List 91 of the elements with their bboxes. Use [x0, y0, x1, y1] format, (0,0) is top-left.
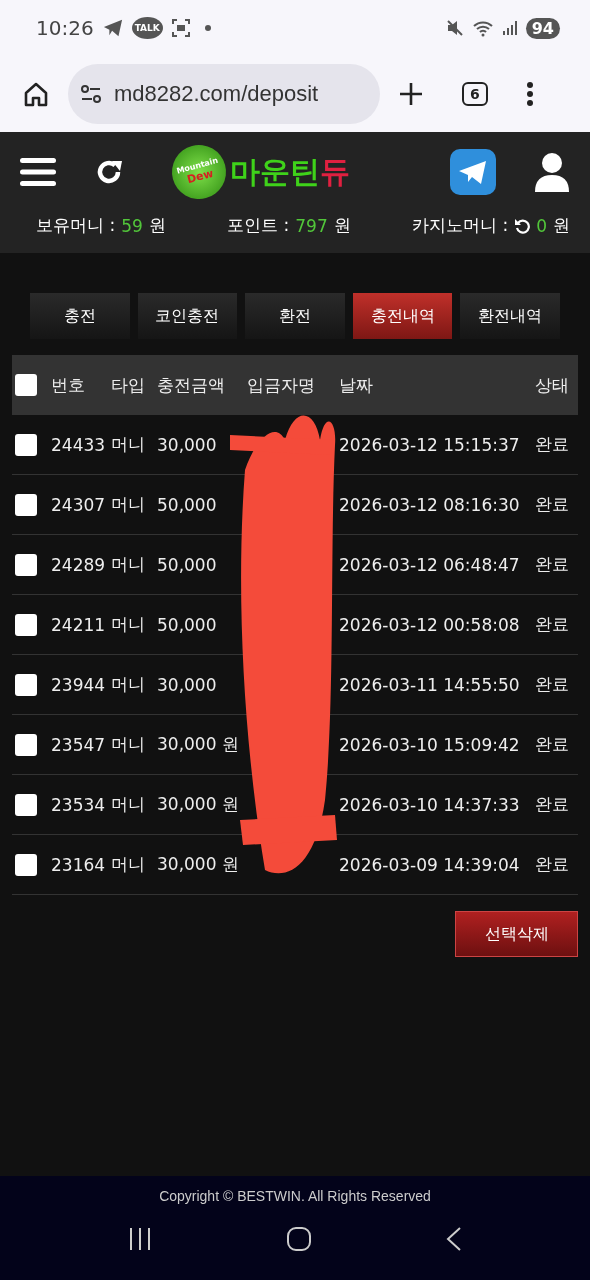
home-icon[interactable]: [286, 1226, 312, 1252]
delete-selected-button[interactable]: 선택삭제: [455, 911, 578, 957]
row-checkbox[interactable]: [15, 793, 37, 816]
table-cell-text: 완료: [535, 733, 570, 756]
tab[interactable]: 충전: [30, 293, 130, 339]
table-cell-text: 완료: [535, 433, 570, 456]
dot-icon: [204, 25, 211, 31]
logo-text: 마운틴듀: [230, 152, 350, 191]
address-field[interactable]: md8282.com/deposit: [68, 64, 380, 124]
balance-label: 보유머니 :: [36, 214, 116, 237]
table-cell-text: 머니: [111, 433, 146, 456]
row-checkbox[interactable]: [15, 613, 37, 636]
row-checkbox[interactable]: [15, 853, 37, 876]
table-cell-text: 30,000 원: [157, 733, 240, 756]
column-header: 타입: [111, 373, 146, 397]
currency-unit: 원: [333, 214, 351, 237]
table-cell-text: 머니: [111, 493, 146, 516]
column-header: 충전금액: [157, 373, 226, 397]
table-cell-text: 완료: [535, 613, 570, 636]
currency-unit: 원: [148, 214, 166, 237]
refresh-icon[interactable]: [514, 217, 531, 234]
table-cell-text: 23164: [51, 854, 107, 875]
mute-icon: [445, 19, 464, 37]
select-all-checkbox[interactable]: [15, 374, 37, 396]
balance-label: 카지노머니 :: [412, 214, 509, 237]
table-cell-text: 완료: [535, 673, 570, 696]
table-cell-text: 머니: [111, 733, 146, 756]
menu-icon[interactable]: [525, 81, 534, 107]
tab-count-button[interactable]: 6: [462, 82, 488, 106]
currency-unit: 원: [553, 214, 570, 237]
tab[interactable]: 충전내역: [352, 293, 453, 339]
table-cell-text: 30,000: [157, 434, 218, 455]
table-cell-text: 24433: [51, 434, 107, 455]
table-cell-text: 2026-03-09 14:39:04: [339, 854, 521, 875]
copyright-text: Copyright © BESTWIN. All Rights Reserved: [159, 1187, 431, 1204]
row-checkbox[interactable]: [15, 673, 37, 696]
table-cell-text: 30,000 원: [157, 853, 240, 876]
column-header: 날짜: [339, 373, 374, 397]
table-cell-text: 2026-03-12 06:48:47: [339, 554, 521, 575]
row-checkbox[interactable]: [15, 433, 37, 456]
balance-value: 0: [536, 215, 547, 236]
home-icon[interactable]: [22, 80, 50, 108]
table-cell-text: 완료: [535, 793, 570, 816]
table-cell-text: 24289: [51, 554, 107, 575]
table-cell-text: 23534: [51, 794, 107, 815]
telegram-icon[interactable]: [450, 149, 496, 195]
tab[interactable]: 코인충전: [137, 293, 238, 339]
balance-value: 797: [295, 215, 328, 236]
table-cell-text: 머니: [111, 673, 146, 696]
user-icon[interactable]: [534, 152, 570, 192]
column-header: 상태: [535, 373, 570, 397]
row-checkbox[interactable]: [15, 553, 37, 576]
menu-icon[interactable]: [20, 157, 56, 187]
table-cell-text: 50,000: [157, 554, 218, 575]
table-cell-text: 2026-03-11 14:55:50: [339, 674, 521, 695]
battery-level: 94: [525, 17, 560, 39]
screenshot-icon: [170, 18, 191, 38]
row-checkbox[interactable]: [15, 493, 37, 516]
wifi-icon: [471, 19, 494, 37]
tab[interactable]: 환전: [245, 293, 345, 339]
table-cell-text: 머니: [111, 613, 146, 636]
column-header: 번호: [51, 373, 86, 397]
table-cell-text: 완료: [535, 493, 570, 516]
talk-icon: TALK: [131, 17, 163, 39]
status-time: 10:26: [36, 16, 94, 40]
column-header: 입금자명: [247, 373, 316, 397]
table-cell-text: 30,000: [157, 674, 218, 695]
table-cell-text: 2026-03-12 08:16:30: [339, 494, 521, 515]
table-cell-text: 2026-03-12 15:15:37: [339, 434, 521, 455]
balance-label: 포인트 :: [227, 214, 290, 237]
table-cell-text: 23547: [51, 734, 107, 755]
table-cell-text: 머니: [111, 853, 146, 876]
table-cell-text: 머니: [111, 553, 146, 576]
table-cell-text: 50,000: [157, 614, 218, 635]
table-cell-text: 머니: [111, 793, 146, 816]
signal-icon: [501, 20, 518, 36]
table-cell-text: 30,000 원: [157, 793, 240, 816]
site-settings-icon[interactable]: [80, 84, 102, 104]
table-cell-text: 50,000: [157, 494, 218, 515]
new-tab-icon[interactable]: [398, 81, 424, 107]
table-cell-text: 2026-03-10 15:09:42: [339, 734, 521, 755]
table-cell-text: 2026-03-12 00:58:08: [339, 614, 521, 635]
balance-value: 59: [121, 215, 143, 236]
table-cell-text: 23944: [51, 674, 107, 695]
table-cell-text: 완료: [535, 553, 570, 576]
table-cell-text: 24307: [51, 494, 107, 515]
table-cell-text: 완료: [535, 853, 570, 876]
table-cell-text: 2026-03-10 14:37:33: [339, 794, 521, 815]
row-checkbox[interactable]: [15, 733, 37, 756]
tab[interactable]: 환전내역: [460, 293, 560, 339]
table-cell-text: 24211: [51, 614, 107, 635]
